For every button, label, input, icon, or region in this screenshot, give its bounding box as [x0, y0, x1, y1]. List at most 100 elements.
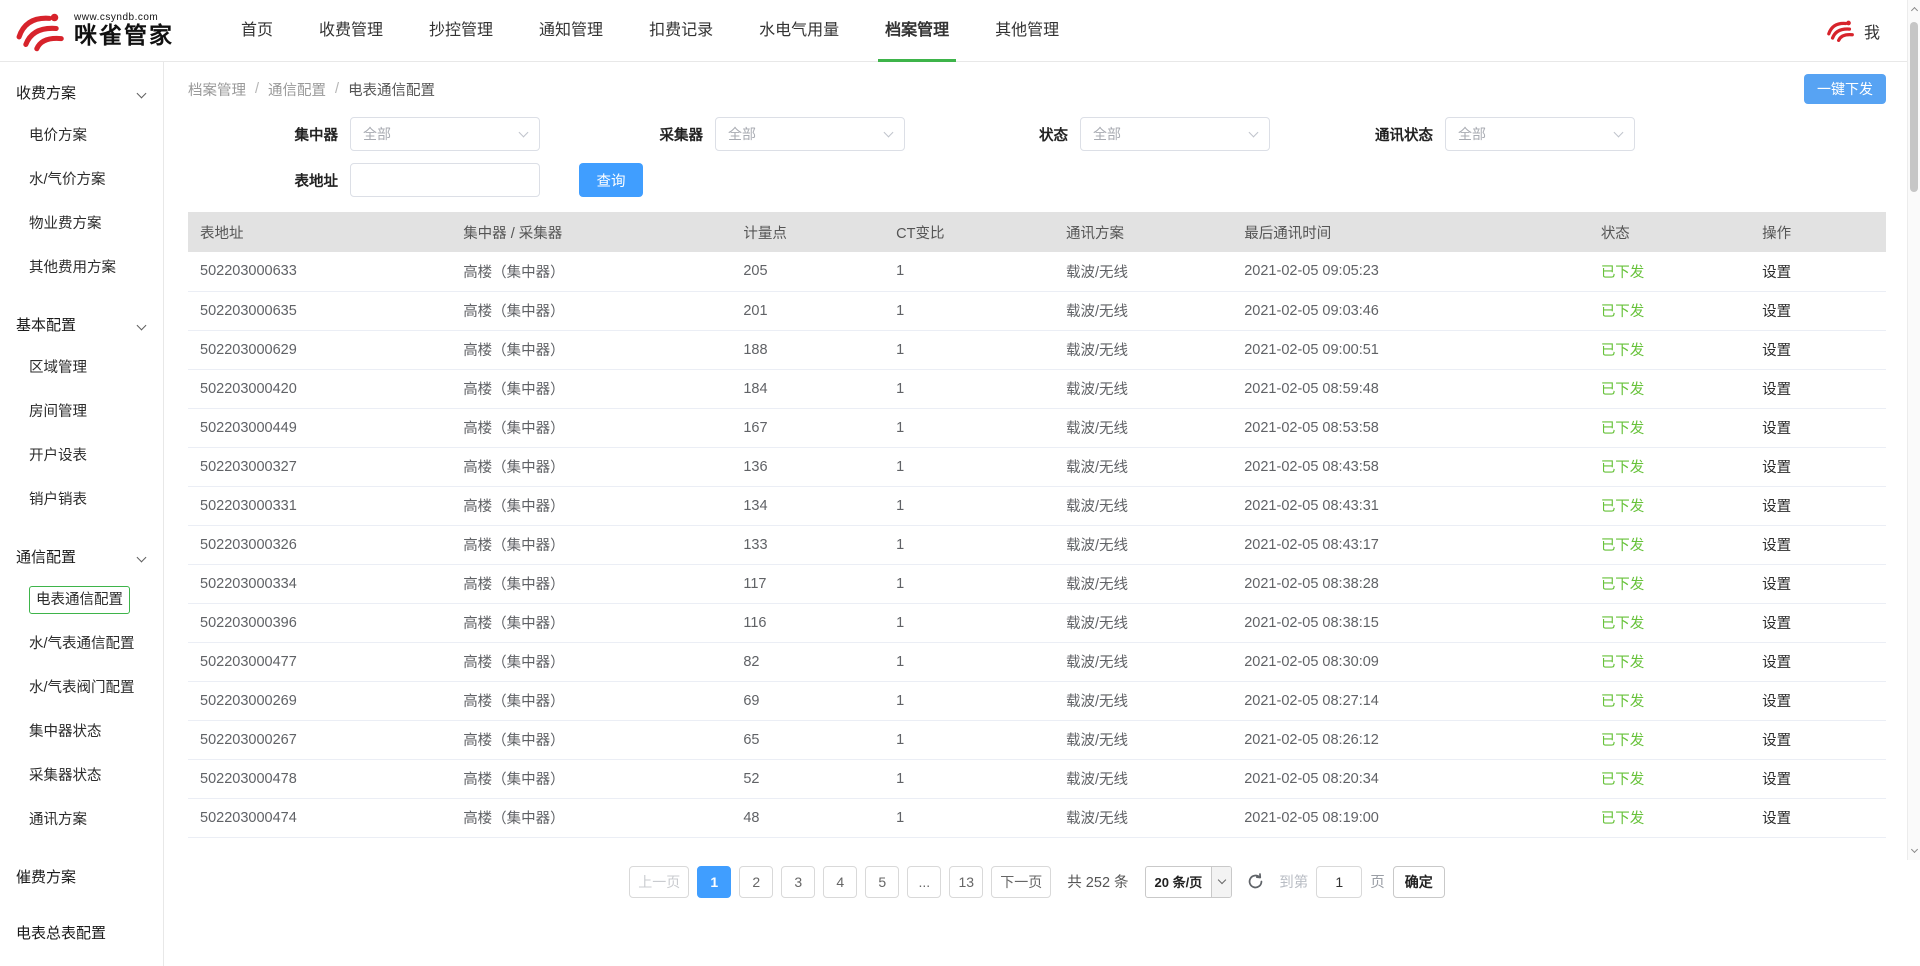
sidebar-item[interactable]: 集中器状态	[0, 710, 163, 754]
next-page-button[interactable]: 下一页	[991, 866, 1051, 898]
topnav-item[interactable]: 抄控管理	[406, 0, 516, 62]
comm-status-select[interactable]: 全部	[1445, 117, 1635, 151]
cell-last-comm-time: 2021-02-05 08:20:34	[1232, 759, 1589, 798]
sidebar-item-label: 采集器状态	[29, 768, 102, 784]
page-scrollbar[interactable]	[1907, 0, 1920, 860]
settings-link[interactable]: 设置	[1762, 772, 1791, 788]
cell-operation: 设置	[1750, 642, 1886, 681]
cell-status-badge: 已下发	[1589, 642, 1750, 681]
breadcrumb-archive[interactable]: 档案管理	[188, 79, 246, 100]
page-number-button[interactable]: 4	[823, 866, 857, 898]
cell-operation: 设置	[1750, 525, 1886, 564]
breadcrumb-comm-config[interactable]: 通信配置	[268, 79, 326, 100]
table-row: 502203000269 高楼（集中器） 69 1 载波/无线 2021-02-…	[188, 681, 1886, 720]
dispatch-all-button[interactable]: 一键下发	[1804, 74, 1886, 104]
settings-link[interactable]: 设置	[1762, 343, 1791, 359]
sidebar-item[interactable]: 开户设表	[0, 434, 163, 478]
page-number-button[interactable]: 1	[697, 866, 731, 898]
sidebar-item[interactable]: 水/气价方案	[0, 158, 163, 202]
cell-concentrator-collector: 高楼（集中器）	[451, 564, 731, 603]
chevron-down-icon	[138, 548, 145, 565]
cell-metering-point: 116	[731, 603, 884, 642]
topnav-item[interactable]: 其他管理	[972, 0, 1082, 62]
topnav-item[interactable]: 档案管理	[862, 0, 972, 62]
sidebar-item[interactable]: 其他费用方案	[0, 246, 163, 290]
settings-link[interactable]: 设置	[1762, 460, 1791, 476]
scrollbar-thumb[interactable]	[1910, 22, 1918, 192]
brand-logo[interactable]: www.csyndb.com 咪雀管家	[14, 9, 204, 53]
sidebar-item[interactable]: 电价方案	[0, 114, 163, 158]
prev-page-button[interactable]: 上一页	[629, 866, 689, 898]
sidebar-item[interactable]: 水/气表通信配置	[0, 622, 163, 666]
refresh-icon[interactable]	[1246, 872, 1265, 891]
search-button[interactable]: 查询	[579, 163, 643, 197]
sidebar-item[interactable]: 区域管理	[0, 346, 163, 390]
cell-concentrator-collector: 高楼（集中器）	[451, 798, 731, 837]
brand-name: 咪雀管家	[74, 23, 174, 48]
sidebar-item-label: 水/气价方案	[29, 172, 106, 188]
page-number-button[interactable]: 2	[739, 866, 773, 898]
cell-operation: 设置	[1750, 291, 1886, 330]
settings-link[interactable]: 设置	[1762, 655, 1791, 671]
cell-concentrator-collector: 高楼（集中器）	[451, 759, 731, 798]
concentrator-select[interactable]: 全部	[350, 117, 540, 151]
status-select-value: 全部	[1093, 124, 1121, 144]
cell-metering-point: 188	[731, 330, 884, 369]
goto-page-input[interactable]	[1316, 866, 1362, 898]
status-select[interactable]: 全部	[1080, 117, 1270, 151]
page-number-button[interactable]: 3	[781, 866, 815, 898]
cell-ct-ratio: 1	[884, 642, 1054, 681]
settings-link[interactable]: 设置	[1762, 304, 1791, 320]
table-row: 502203000477 高楼（集中器） 82 1 载波/无线 2021-02-…	[188, 642, 1886, 681]
sidebar-group[interactable]: 基本配置	[0, 302, 163, 346]
sidebar-item[interactable]: 房间管理	[0, 390, 163, 434]
sidebar-group-label: 基本配置	[16, 314, 76, 335]
settings-link[interactable]: 设置	[1762, 382, 1791, 398]
settings-link[interactable]: 设置	[1762, 499, 1791, 515]
cell-operation: 设置	[1750, 681, 1886, 720]
topnav-item[interactable]: 首页	[218, 0, 296, 62]
settings-link[interactable]: 设置	[1762, 421, 1791, 437]
cell-comm-scheme: 载波/无线	[1054, 681, 1232, 720]
topnav-item[interactable]: 通知管理	[516, 0, 626, 62]
settings-link[interactable]: 设置	[1762, 616, 1791, 632]
table-row: 502203000633 高楼（集中器） 205 1 载波/无线 2021-02…	[188, 252, 1886, 291]
settings-link[interactable]: 设置	[1762, 577, 1791, 593]
cell-status-badge: 已下发	[1589, 798, 1750, 837]
topnav-item[interactable]: 扣费记录	[626, 0, 736, 62]
settings-link[interactable]: 设置	[1762, 811, 1791, 827]
collector-select[interactable]: 全部	[715, 117, 905, 151]
sidebar-item[interactable]: 通讯方案	[0, 798, 163, 842]
page-number-list: 12345...13	[697, 866, 983, 898]
sidebar-group[interactable]: 通信配置	[0, 534, 163, 578]
page-number-button[interactable]: ...	[907, 866, 941, 898]
sidebar-item[interactable]: 销户销表	[0, 478, 163, 522]
settings-link[interactable]: 设置	[1762, 265, 1791, 281]
settings-link[interactable]: 设置	[1762, 538, 1791, 554]
sidebar-item[interactable]: 物业费方案	[0, 202, 163, 246]
pagination-bar: 上一页 12345...13 下一页 共 252 条 20 条/页 到第 页 确…	[188, 866, 1886, 898]
user-menu[interactable]: 我	[1864, 19, 1880, 43]
sidebar-group[interactable]: 催费方案	[0, 854, 163, 898]
page-size-select[interactable]: 20 条/页	[1145, 866, 1233, 898]
scrollbar-up-icon[interactable]	[1908, 2, 1920, 17]
collector-filter-label: 采集器	[553, 124, 703, 145]
confirm-button[interactable]: 确定	[1393, 866, 1445, 898]
sidebar-group[interactable]: 收费方案	[0, 70, 163, 114]
topnav-item[interactable]: 收费管理	[296, 0, 406, 62]
sidebar-group[interactable]: 电表总表配置	[0, 910, 163, 954]
cell-meter-address: 502203000629	[188, 330, 451, 369]
scrollbar-down-icon[interactable]	[1908, 843, 1920, 858]
page-number-button[interactable]: 13	[949, 866, 983, 898]
topnav-item-label: 首页	[241, 22, 273, 39]
table-row: 502203000474 高楼（集中器） 48 1 载波/无线 2021-02-…	[188, 798, 1886, 837]
sidebar-item[interactable]: 采集器状态	[0, 754, 163, 798]
cell-operation: 设置	[1750, 486, 1886, 525]
sidebar-item[interactable]: 电表通信配置	[0, 578, 163, 622]
sidebar-item[interactable]: 水/气表阀门配置	[0, 666, 163, 710]
page-number-button[interactable]: 5	[865, 866, 899, 898]
meter-address-input[interactable]	[350, 163, 540, 197]
settings-link[interactable]: 设置	[1762, 694, 1791, 710]
topnav-item[interactable]: 水电气用量	[736, 0, 862, 62]
settings-link[interactable]: 设置	[1762, 733, 1791, 749]
